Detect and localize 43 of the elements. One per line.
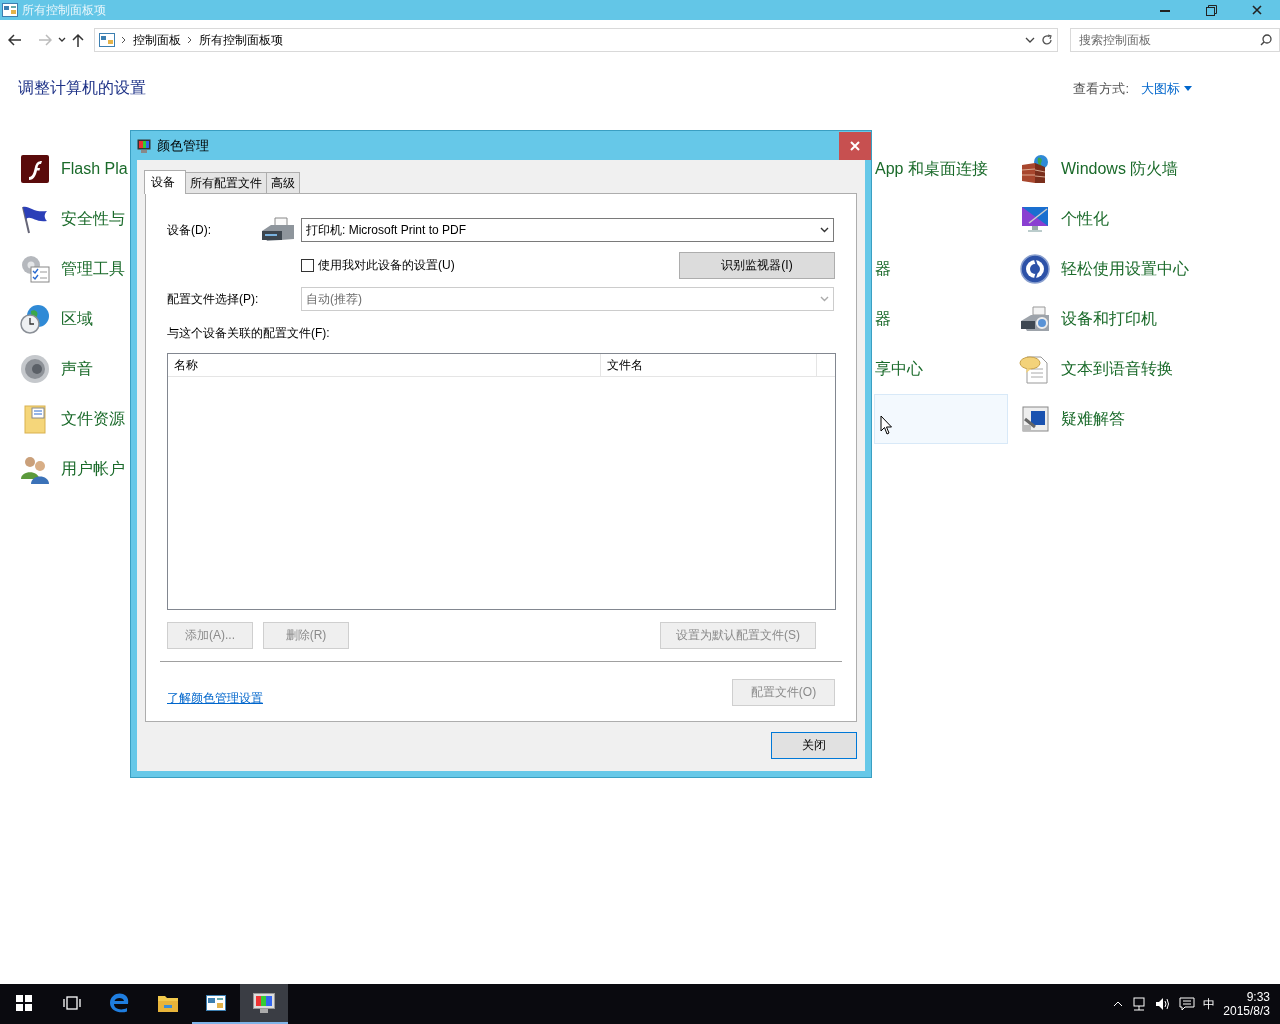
control-panel-item[interactable]: App 和桌面连接 — [875, 158, 988, 180]
control-panel-item[interactable]: Flash Pla — [61, 160, 128, 178]
control-panel-item[interactable]: 享中心 — [875, 358, 923, 380]
control-panel-item[interactable]: 文件资源 — [61, 408, 125, 430]
clock-time: 9:33 — [1246, 990, 1270, 1004]
tab[interactable]: 设备 — [144, 170, 186, 194]
search-field[interactable]: 搜索控制面板 — [1070, 28, 1280, 52]
tab[interactable]: 高级 — [266, 172, 300, 193]
identify-monitors-button[interactable]: 识别监视器(I) — [679, 252, 835, 279]
control-panel-item[interactable]: 个性化 — [1061, 208, 1109, 230]
control-panel-item[interactable]: 管理工具 — [61, 258, 125, 280]
clock-date: 2015/8/3 — [1223, 1004, 1270, 1018]
tab[interactable]: 所有配置文件 — [185, 172, 267, 193]
help-link[interactable]: 了解颜色管理设置 — [167, 690, 263, 707]
address-field[interactable]: 控制面板 所有控制面板项 — [94, 28, 1058, 52]
checkbox[interactable]: 使用我对此设备的设置(U) — [301, 257, 455, 274]
control-panel-item[interactable]: 疑难解答 — [1061, 408, 1125, 430]
device-dropdown[interactable]: 打印机: Microsoft Print to PDF — [301, 218, 834, 242]
page-heading: 调整计算机的设置 — [18, 78, 147, 98]
breadcrumb[interactable]: 控制面板 — [133, 31, 181, 49]
window-title: 所有控制面板项 — [22, 1, 107, 19]
control-panel-item[interactable]: 文本到语音转换 — [1061, 358, 1173, 380]
control-panel-item[interactable]: 器 — [875, 258, 891, 280]
close-dialog-button[interactable]: 关闭 — [771, 732, 857, 759]
view-mode-link[interactable]: 大图标 — [1141, 79, 1192, 98]
view-by-label: 查看方式: — [1073, 79, 1129, 98]
control-panel-item[interactable]: 设备和打印机 — [1061, 308, 1157, 330]
column-header[interactable]: 名称 — [168, 354, 601, 376]
control-panel-item[interactable]: 轻松使用设置中心 — [1061, 258, 1189, 280]
control-panel-item[interactable]: 器 — [875, 308, 891, 330]
control-panel-item[interactable]: 安全性与 — [61, 208, 125, 230]
control-panel-item[interactable]: 区域 — [61, 308, 93, 330]
column-header[interactable]: 文件名 — [601, 354, 817, 376]
dialog-title: 颜色管理 — [157, 136, 210, 155]
control-panel-item[interactable]: 声音 — [61, 358, 93, 380]
field-label: 配置文件选择(P): — [167, 290, 260, 308]
ime-indicator[interactable]: 中 — [1203, 995, 1216, 1013]
breadcrumb[interactable]: 所有控制面板项 — [199, 31, 283, 49]
field-label: 设备(D): — [167, 221, 212, 239]
section-label: 与这个设备关联的配置文件(F): — [167, 325, 331, 342]
control-panel-item[interactable]: 用户帐户 — [61, 458, 125, 480]
control-panel-item[interactable]: Windows 防火墙 — [1061, 158, 1179, 180]
clock[interactable]: 9:33 2015/8/3 — [1223, 990, 1270, 1018]
